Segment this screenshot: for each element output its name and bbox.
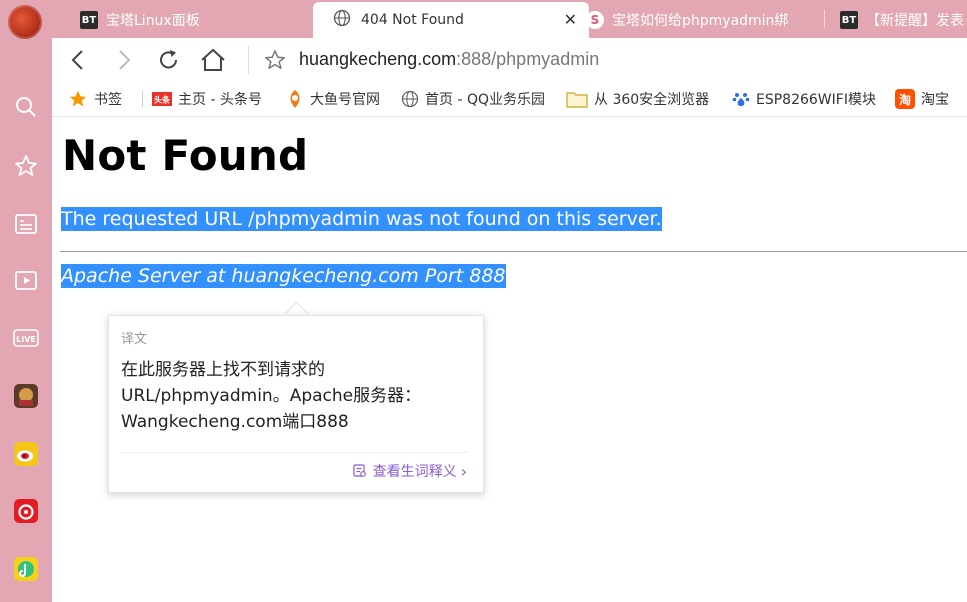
bookmark-item-360[interactable]: 从 360安全浏览器 [566,82,718,116]
vocabulary-link-label: 查看生词释义 [372,464,457,480]
translation-popup: 译文 在此服务器上找不到请求的URL/phpmyadmin。Apache服务器：… [108,315,484,493]
svg-text:头条: 头条 [154,95,171,105]
bookmark-label: 首页 - QQ业务乐园 [425,92,545,108]
bookmark-item-toutiao[interactable]: 头条 主页 - 头条号 [152,82,277,116]
sidebar: LIVE [0,0,52,602]
star-icon [68,89,88,109]
folder-icon [566,90,588,108]
video-icon[interactable] [12,266,40,294]
bookmark-label: 大鱼号官网 [310,92,380,108]
url-path: :888/phpmyadmin [456,49,600,69]
reload-button[interactable] [155,46,183,74]
bookmark-label: 书签 [94,92,122,108]
home-button[interactable] [199,46,227,74]
tab-bt-panel[interactable]: BT 宝塔Linux面板 [80,2,305,38]
tab-label: 宝塔Linux面板 [106,13,200,29]
search-icon[interactable] [12,93,40,121]
tab-separator [824,10,825,28]
back-button[interactable] [64,46,92,74]
address-field[interactable]: huangkecheng.com:888/phpmyadmin [299,49,599,70]
bookmarks-bar: 书签 头条 主页 - 头条号 大鱼号官网 首页 - QQ业务乐园 从 360安全… [52,82,967,117]
popup-title: 译文 [121,332,148,347]
chevron-right-icon: › [460,461,467,481]
close-tab-icon[interactable]: ✕ [564,11,577,29]
bookmark-label: ESP8266WIFI模块 [756,92,876,108]
view-vocabulary-link[interactable]: 查看生词释义 › [352,461,467,481]
bookmark-item-qq[interactable]: 首页 - QQ业务乐园 [401,82,551,116]
tab-label: 【新提醒】发表 [866,13,964,29]
server-address: Apache Server at huangkecheng.com Port 8… [61,264,506,288]
svg-text:淘: 淘 [899,92,911,107]
bt-icon: BT [840,11,858,29]
bookmark-label: 淘宝 [921,92,949,108]
sogou-icon: S [586,11,604,29]
bookmark-item-esp8266[interactable]: ESP8266WIFI模块 [732,82,882,116]
baidu-icon [732,90,750,108]
bt-icon: BT [80,11,98,29]
bookmark-item-dayu[interactable]: 大鱼号官网 [286,82,391,116]
url-host: huangkecheng.com [299,49,457,69]
bookmark-item-bookmarks[interactable]: 书签 [68,82,122,116]
globe-icon [333,9,351,31]
forward-button[interactable] [110,46,138,74]
error-message: The requested URL /phpmyadmin was not fo… [61,207,662,231]
vocabulary-icon [352,464,367,478]
bookmark-label: 主页 - 头条号 [178,92,262,108]
translation-text: 在此服务器上找不到请求的URL/phpmyadmin。Apache服务器：Wan… [121,360,422,432]
navigation-bar: huangkecheng.com:888/phpmyadmin [52,38,967,82]
divider [248,46,249,74]
tab-bar: BT 宝塔Linux面板 404 Not Found ✕ S 宝塔如何给phpm… [52,0,967,38]
avatar[interactable] [8,5,42,39]
bookmark-star-icon[interactable] [261,46,289,74]
dayu-icon [286,89,304,109]
horizontal-rule [60,251,967,252]
bookmark-item-taobao[interactable]: 淘 淘宝 [895,82,965,116]
globe-icon [401,90,419,108]
netease-music-icon[interactable] [12,497,40,525]
weibo-icon[interactable] [12,440,40,468]
tab-label: 404 Not Found [361,12,464,28]
svg-text:LIVE: LIVE [16,335,36,344]
tab-label: 宝塔如何给phpmyadmin绑 [612,13,789,29]
tab-404-not-found[interactable]: 404 Not Found ✕ [313,2,589,38]
bookmark-label: 从 360安全浏览器 [594,92,710,108]
taobao-icon: 淘 [895,89,915,109]
tab-new-reminder[interactable]: BT 【新提醒】发表 [840,2,967,38]
game-icon[interactable] [12,382,40,410]
live-icon[interactable]: LIVE [12,324,40,352]
favorites-star-icon[interactable] [12,152,40,180]
qq-music-icon[interactable] [12,555,40,583]
bookmark-separator [142,91,143,107]
popup-divider [121,452,469,453]
page-heading: Not Found [62,131,309,180]
tab-phpmyadmin-article[interactable]: S 宝塔如何给phpmyadmin绑 [586,2,816,38]
toutiao-icon: 头条 [152,91,172,107]
news-icon[interactable] [12,210,40,238]
